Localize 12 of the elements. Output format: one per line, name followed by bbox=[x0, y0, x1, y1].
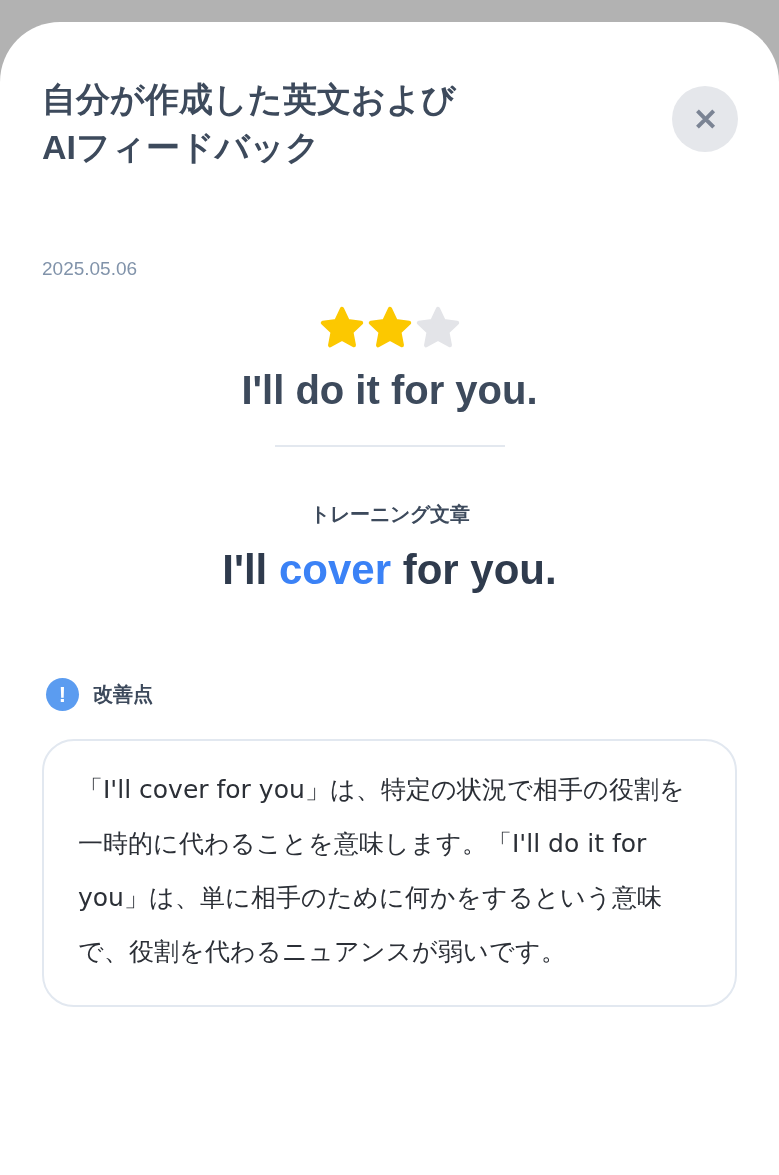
close-button[interactable]: ✕ bbox=[672, 86, 738, 152]
empty-star-icon bbox=[414, 306, 461, 350]
date-text: 2025.05.06 bbox=[42, 258, 139, 280]
training-label: トレーニング文章 bbox=[308, 502, 471, 527]
filled-star-icon bbox=[318, 306, 365, 350]
info-icon: ! bbox=[46, 678, 79, 711]
feedback-text: 「I'll cover for you」は、特定の状況で相手の役割を一時的に代わることを意味します。「I'll do it for you」は、単に相手のために何かをするという意味で、役割を代わるニュアンスが弱いです。 bbox=[78, 774, 686, 968]
filled-star-icon bbox=[366, 306, 413, 350]
user-sentence: I'll do it for you. bbox=[240, 368, 539, 413]
training-sentence: I'll cover for you. bbox=[221, 546, 558, 594]
improvement-label: 改善点 bbox=[93, 682, 153, 707]
sheet-title: 自分が作成した英文および AIフィードバック bbox=[42, 79, 456, 168]
